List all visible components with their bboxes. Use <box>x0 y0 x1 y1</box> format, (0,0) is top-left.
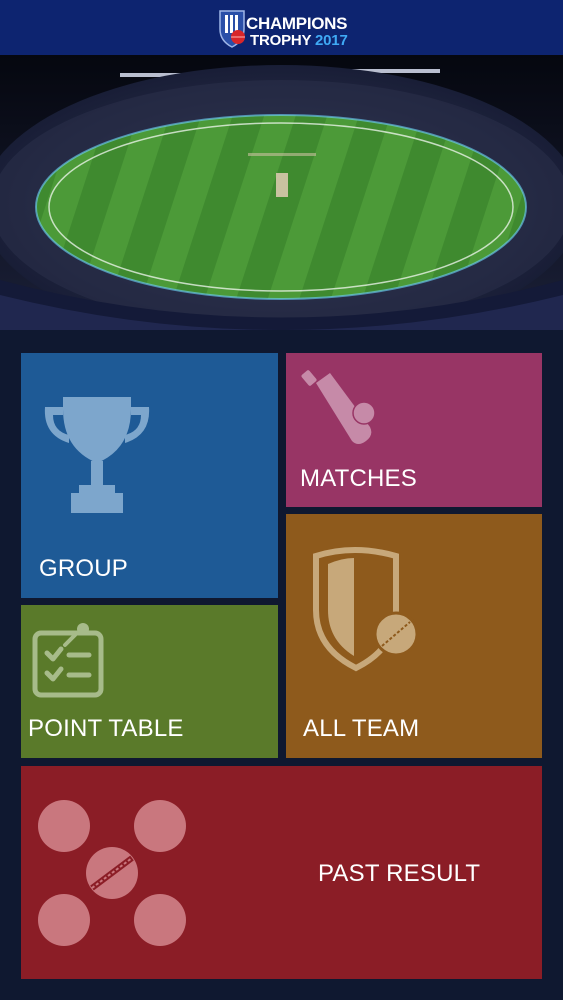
point-table-tile[interactable]: POINT TABLE <box>21 605 278 758</box>
past-result-label: PAST RESULT <box>318 860 481 887</box>
all-team-label: ALL TEAM <box>303 715 420 742</box>
app-header: CHAMPIONS TROPHY 2017 <box>0 0 563 55</box>
logo-title: CHAMPIONS <box>246 13 348 33</box>
cricket-bat-ball-icon <box>301 370 376 444</box>
matches-tile[interactable]: MATCHES <box>286 353 542 507</box>
group-tile[interactable]: GROUP <box>21 353 278 598</box>
group-label: GROUP <box>39 555 129 582</box>
stadium-banner-image <box>0 55 563 330</box>
clipboard-checklist-icon <box>32 623 104 698</box>
stadium-illustration <box>0 55 563 330</box>
past-result-tile[interactable]: PAST RESULT <box>21 766 542 979</box>
cricket-balls-icon <box>38 800 186 946</box>
point-table-label: POINT TABLE <box>28 715 184 742</box>
trophy-icon <box>44 397 150 513</box>
champions-trophy-logo: CHAMPIONS TROPHY 2017 <box>214 3 349 53</box>
all-team-tile[interactable]: ALL TEAM <box>286 514 542 758</box>
shield-ball-icon <box>313 547 419 672</box>
logo-subtitle: TROPHY 2017 <box>250 31 348 49</box>
matches-label: MATCHES <box>300 465 417 492</box>
